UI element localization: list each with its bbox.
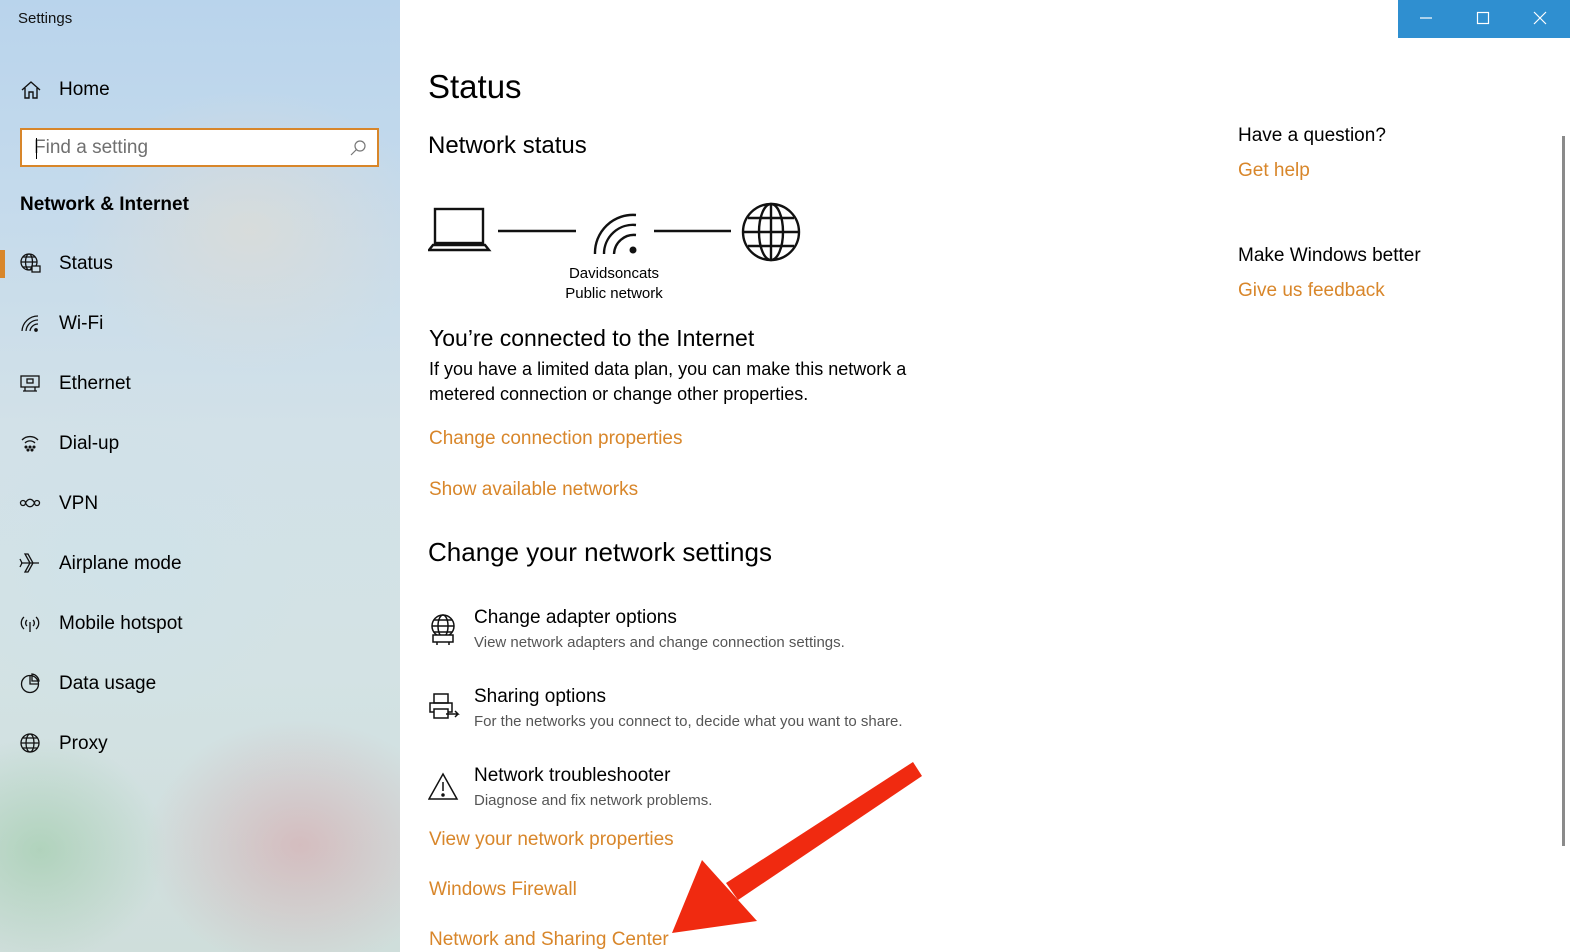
sidebar-item-label: Airplane mode [59,553,182,574]
vpn-icon [19,498,41,508]
network-name: Davidsoncats [568,265,660,282]
selection-indicator [0,250,5,278]
search-icon[interactable] [349,139,367,157]
network-status-title: Network status [428,132,587,159]
network-label: Davidsoncats Public network [540,264,688,304]
setting-title: Network troubleshooter [474,765,671,786]
hotspot-icon [20,616,40,632]
sidebar-item-data-usage[interactable]: Data usage [0,654,400,714]
search-box[interactable] [20,128,379,167]
network-diagram [428,202,801,262]
change-settings-title: Change your network settings [428,537,772,567]
wifi-signal-icon [593,213,637,255]
make-windows-better-title: Make Windows better [1238,245,1421,266]
minimize-icon [1420,17,1432,19]
laptop-icon [428,207,492,252]
globe-icon [20,733,40,753]
sidebar-item-status[interactable]: Status [0,234,400,294]
internet-globe-icon [741,202,801,262]
sidebar-item-label: Proxy [59,733,108,754]
ethernet-icon [20,375,40,392]
maximize-icon [1476,11,1490,25]
sidebar-item-hotspot[interactable]: Mobile hotspot [0,594,400,654]
sidebar-item-ethernet[interactable]: Ethernet [0,354,400,414]
minimize-button[interactable] [1398,0,1455,38]
setting-title: Sharing options [474,686,607,707]
sidebar-item-label: Wi-Fi [59,313,104,334]
close-icon [1533,11,1547,25]
sidebar-item-dialup[interactable]: Dial-up [0,414,400,474]
view-network-properties-link[interactable]: View your network properties [429,829,674,851]
sidebar-item-label: VPN [59,493,99,514]
sidebar-item-wifi[interactable]: Wi-Fi [0,294,400,354]
setting-description: View network adapters and change connect… [474,634,845,651]
sharing-icon [429,693,460,719]
sidebar-item-proxy[interactable]: Proxy [0,714,400,774]
windows-firewall-link[interactable]: Windows Firewall [429,879,577,901]
sidebar-item-home[interactable]: Home [0,68,400,110]
sidebar: Settings Home Network & Internet Status [0,0,400,952]
connection-status-description: If you have a limited data plan, you can… [429,359,907,404]
sidebar-item-label: Mobile hotspot [59,613,183,634]
network-troubleshooter[interactable]: Network troubleshooter Diagnose and fix … [428,765,988,819]
wifi-icon [21,315,39,332]
sidebar-item-label: Dial-up [59,433,120,454]
scrollbar[interactable] [1562,136,1565,846]
change-connection-properties-link[interactable]: Change connection properties [429,428,683,450]
network-sharing-center-link[interactable]: Network and Sharing Center [429,929,669,951]
sidebar-item-label: Data usage [59,673,157,694]
close-button[interactable] [1512,0,1569,38]
sidebar-item-label: Status [59,253,113,274]
setting-description: For the networks you connect to, decide … [474,713,903,730]
change-adapter-options[interactable]: Change adapter options View network adap… [428,607,988,661]
data-usage-icon [20,673,40,694]
text-caret [36,138,37,159]
give-feedback-link[interactable]: Give us feedback [1238,280,1385,302]
maximize-button[interactable] [1455,0,1512,38]
app-title: Settings [18,10,73,27]
sidebar-item-vpn[interactable]: VPN [0,474,400,534]
connection-status-title: You’re connected to the Internet [429,325,755,351]
sidebar-item-label: Ethernet [59,373,131,394]
sidebar-nav: Status Wi-Fi Ethernet Dial-up VPN Airpla… [0,234,400,774]
airplane-icon [19,553,39,573]
sidebar-item-home-label: Home [59,79,110,100]
page-title: Status [428,68,522,105]
network-type: Public network [565,285,663,302]
section-title: Network & Internet [20,194,189,215]
home-icon [21,81,41,99]
setting-description: Diagnose and fix network problems. [474,792,713,809]
adapter-icon [431,614,455,645]
search-input[interactable] [34,135,334,161]
window-controls [1398,0,1570,38]
setting-title: Change adapter options [474,607,677,628]
dialup-icon [21,435,39,452]
show-available-networks-link[interactable]: Show available networks [429,479,638,501]
sharing-options[interactable]: Sharing options For the networks you con… [428,686,988,740]
have-question-title: Have a question? [1238,125,1386,146]
globe-grid-icon [20,253,41,273]
get-help-link[interactable]: Get help [1238,160,1310,182]
sidebar-item-airplane[interactable]: Airplane mode [0,534,400,594]
warning-icon [428,772,459,800]
